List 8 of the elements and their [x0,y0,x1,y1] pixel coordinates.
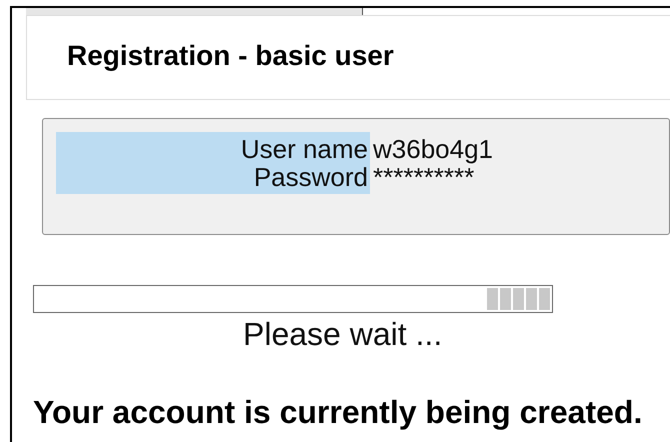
field-value: w36bo4g1 [373,135,493,163]
status-message: Your account is currently being created. [33,393,644,431]
field-label: Password [254,163,368,191]
wait-message: Please wait ... [243,315,442,353]
field-value: ********** [373,163,474,191]
field-label: User name [240,135,368,163]
page-title: Registration - basic user [67,40,394,73]
progress-blocks-drawing [487,288,550,310]
